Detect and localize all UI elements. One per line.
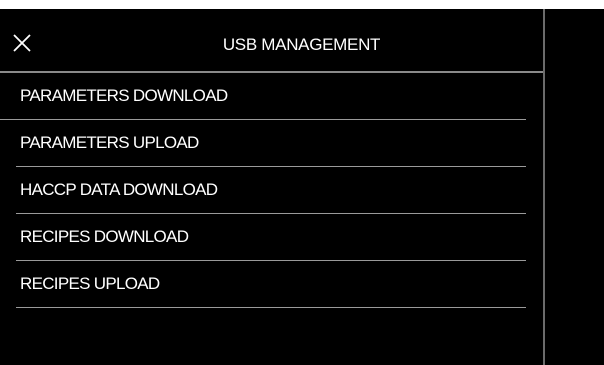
page-title: USB MANAGEMENT — [222, 35, 381, 54]
menu-item-parameters-upload[interactable]: PARAMETERS UPLOAD — [16, 120, 526, 167]
close-button[interactable] — [10, 31, 34, 55]
screen: USB MANAGEMENT PARAMETERS DOWNLOAD PARAM… — [0, 0, 604, 365]
menu-item-recipes-upload[interactable]: RECIPES UPLOAD — [16, 261, 526, 308]
close-icon — [13, 34, 31, 52]
usb-menu-list: PARAMETERS DOWNLOAD PARAMETERS UPLOAD HA… — [0, 73, 543, 308]
menu-item-label: PARAMETERS UPLOAD — [20, 133, 199, 152]
top-strip — [0, 0, 604, 9]
menu-item-parameters-download[interactable]: PARAMETERS DOWNLOAD — [0, 73, 526, 120]
menu-item-label: RECIPES UPLOAD — [20, 274, 160, 293]
panel-header: USB MANAGEMENT — [0, 9, 543, 71]
menu-item-recipes-download[interactable]: RECIPES DOWNLOAD — [16, 214, 526, 261]
menu-item-haccp-data-download[interactable]: HACCP DATA DOWNLOAD — [16, 167, 526, 214]
menu-item-label: RECIPES DOWNLOAD — [20, 227, 189, 246]
right-empty-area — [545, 9, 604, 365]
menu-item-label: HACCP DATA DOWNLOAD — [20, 180, 218, 199]
menu-item-label: PARAMETERS DOWNLOAD — [20, 86, 228, 105]
